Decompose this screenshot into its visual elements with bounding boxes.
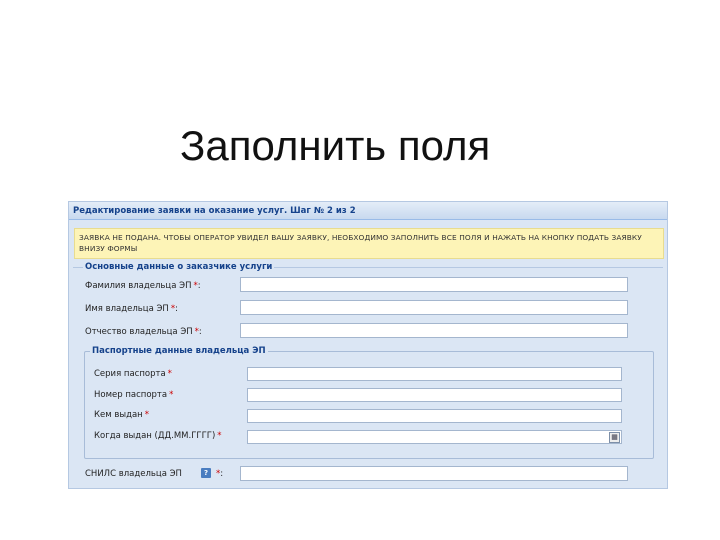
passport-series-label: Серия паспорта * — [94, 369, 172, 379]
calendar-icon[interactable]: ▦ — [609, 432, 620, 443]
required-mark: * — [193, 281, 198, 291]
notice-banner: ЗАЯВКА НЕ ПОДАНА. ЧТОБЫ ОПЕРАТОР УВИДЕЛ … — [74, 228, 664, 259]
form-screenshot: Редактирование заявки на оказание услуг.… — [68, 201, 668, 489]
form-header: Редактирование заявки на оказание услуг.… — [69, 202, 667, 220]
first-name-label: Имя владельца ЭП *: — [85, 304, 178, 314]
passport-legend: Паспортные данные владельца ЭП — [90, 346, 268, 356]
issued-by-label: Кем выдан * — [94, 410, 149, 420]
snils-input[interactable] — [240, 466, 628, 481]
passport-series-input[interactable] — [247, 367, 622, 381]
last-name-input[interactable] — [240, 277, 628, 292]
required-mark: * — [144, 410, 149, 420]
last-name-label: Фамилия владельца ЭП *: — [85, 281, 201, 291]
snils-label: СНИЛС владельца ЭП — [85, 469, 182, 479]
issued-date-input[interactable] — [247, 430, 622, 444]
issued-date-label: Когда выдан (ДД.ММ.ГГГГ) * — [94, 431, 222, 441]
required-mark: * — [170, 304, 176, 314]
question-icon[interactable]: ? — [201, 468, 211, 478]
first-name-input[interactable] — [240, 300, 628, 315]
section-customer-legend: Основные данные о заказчике услуги — [83, 262, 275, 272]
middle-name-input[interactable] — [240, 323, 628, 338]
passport-number-input[interactable] — [247, 388, 622, 402]
snils-required: *: — [216, 469, 224, 479]
required-mark: * — [194, 327, 199, 337]
passport-number-label: Номер паспорта * — [94, 390, 174, 400]
required-mark: * — [167, 369, 172, 379]
required-mark: * — [217, 431, 222, 441]
issued-by-input[interactable] — [247, 409, 622, 423]
slide-title: Заполнить поля — [180, 122, 491, 169]
required-mark: * — [216, 469, 221, 479]
required-mark: * — [169, 390, 174, 400]
middle-name-label: Отчество владельца ЭП *: — [85, 327, 202, 337]
